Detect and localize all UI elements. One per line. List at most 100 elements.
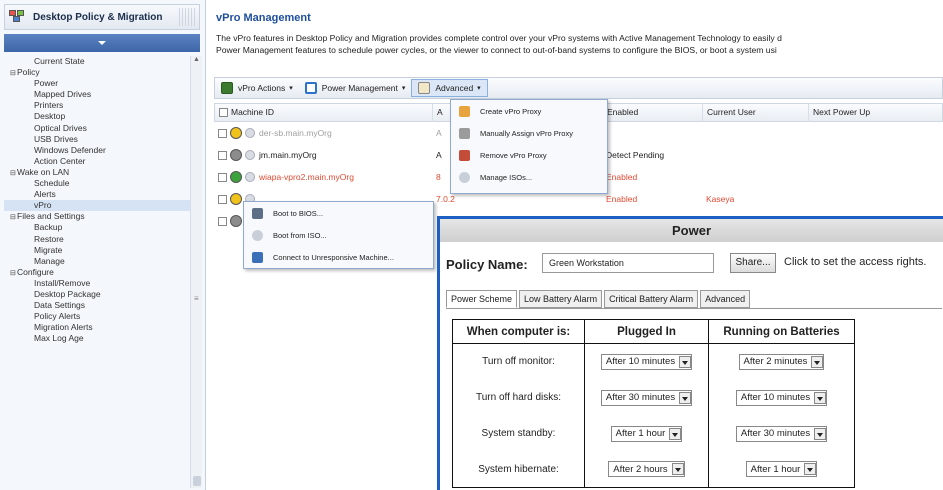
menu-item-connect-to-unresponsive-machine[interactable]: Connect to Unresponsive Machine... [244, 246, 433, 268]
menu-item-remove-vpro-proxy[interactable]: Remove vPro Proxy [451, 144, 607, 166]
collapse-icon[interactable]: ⊟ [10, 68, 17, 79]
tree-item-usb-drives[interactable]: USB Drives [4, 134, 190, 145]
tree-item-migration-alerts[interactable]: Migration Alerts [4, 322, 190, 333]
tree-item-data-settings[interactable]: Data Settings [4, 300, 190, 311]
description-line: Power Management features to schedule po… [216, 45, 777, 55]
tree-item-current-state[interactable]: Current State [4, 56, 190, 67]
tree-item-configure[interactable]: ⊟Configure [4, 267, 190, 278]
machine-cell: der-sb.main.myOrg [218, 127, 432, 139]
scroll-up-icon[interactable]: ▲ [193, 56, 200, 63]
machine-cell: wiapa-vpro2.main.myOrg [218, 171, 432, 183]
advanced-button[interactable]: Advanced ▾ [411, 79, 488, 97]
tree-item-mapped-drives[interactable]: Mapped Drives [4, 89, 190, 100]
tree-item-schedule[interactable]: Schedule [4, 178, 190, 189]
menu-item-boot-from-iso[interactable]: Boot from ISO... [244, 224, 433, 246]
navigation-tree: Current State ⊟Policy Power Mapped Drives Pr… [4, 56, 190, 344]
battery-select[interactable]: After 2 minutes [738, 353, 825, 370]
column-enabled[interactable]: Enabled [603, 103, 703, 122]
select-value: After 1 hour [615, 428, 666, 439]
power-management-button[interactable]: Power Management ▾ [299, 79, 412, 97]
row-checkbox[interactable] [218, 216, 227, 226]
battery-cell: After 30 minutes [708, 415, 855, 452]
tree-item-label: Policy [17, 67, 40, 78]
tab-low-battery-alarm[interactable]: Low Battery Alarm [519, 290, 603, 308]
tree-item-migrate[interactable]: Migrate [4, 245, 190, 256]
tree-item-label: Max Log Age [34, 333, 84, 344]
tree-item-label: Windows Defender [34, 144, 106, 155]
row-checkbox[interactable] [218, 128, 227, 138]
tree-item-desktop-package[interactable]: Desktop Package [4, 289, 190, 300]
menu-item-create-vpro-proxy[interactable]: Create vPro Proxy [451, 100, 607, 122]
tree-item-label: Install/Remove [34, 277, 91, 288]
tree-item-windows-defender[interactable]: Windows Defender [4, 145, 190, 156]
column-label: Machine ID [231, 107, 274, 117]
scroll-thumb[interactable] [193, 476, 201, 486]
column-label: Current User [707, 107, 756, 117]
chevron-down-icon [811, 355, 824, 368]
machine-id[interactable]: der-sb.main.myOrg [259, 128, 332, 138]
toolbar: vPro Actions ▾ Power Management ▾ Advanc… [214, 77, 943, 99]
tree-item-label: Configure [17, 266, 54, 277]
battery-select[interactable]: After 10 minutes [735, 389, 828, 406]
vpro-actions-button[interactable]: vPro Actions ▾ [215, 79, 299, 97]
remove-icon [459, 149, 470, 161]
tree-item-power[interactable]: Power [4, 78, 190, 89]
tree-item-label: Backup [34, 222, 63, 233]
chevron-down-icon [671, 463, 684, 476]
tree-item-policy-alerts[interactable]: Policy Alerts [4, 311, 190, 322]
select-all-checkbox[interactable] [219, 108, 228, 118]
table-row: Turn off hard disks: After 30 minutes Afte… [452, 379, 855, 416]
battery-cell: After 10 minutes [708, 379, 855, 416]
battery-cell: After 2 minutes [708, 343, 855, 380]
tree-item-manage[interactable]: Manage [4, 256, 190, 267]
machine-id[interactable]: wiapa-vpro2.main.myOrg [259, 172, 354, 182]
tree-item-action-center[interactable]: Action Center [4, 156, 190, 167]
tree-item-label: Data Settings [34, 300, 86, 311]
sidebar-scrollbar[interactable]: ▲ ≡ [190, 56, 202, 488]
plugged-in-select[interactable]: After 1 hour [610, 425, 683, 442]
menu-item-manually-assign-vpro-proxy[interactable]: Manually Assign vPro Proxy [451, 122, 607, 144]
plugged-in-select[interactable]: After 2 hours [608, 461, 685, 478]
tree-item-desktop[interactable]: Desktop [4, 111, 190, 122]
sidebar-collapse-bar[interactable] [4, 34, 200, 52]
chevron-down-icon: ▾ [401, 85, 406, 92]
tree-item-restore[interactable]: Restore [4, 234, 190, 245]
battery-select[interactable]: After 30 minutes [735, 425, 828, 442]
status-icon [230, 149, 242, 161]
plugged-in-select[interactable]: After 30 minutes [600, 389, 693, 406]
tree-item-max-log-age[interactable]: Max Log Age [4, 333, 190, 344]
tab-power-scheme[interactable]: Power Scheme [446, 290, 518, 308]
share-button[interactable]: Share... [730, 253, 776, 273]
policy-name-input[interactable]: Green Workstation [542, 253, 714, 273]
power-scheme-panel: When computer is: Plugged In Running on … [446, 308, 942, 490]
tab-critical-battery-alarm[interactable]: Critical Battery Alarm [604, 290, 699, 308]
status-icon [230, 215, 242, 227]
column-machine-id[interactable]: Machine ID [215, 103, 433, 122]
menu-item-manage-isos[interactable]: Manage ISOs... [451, 166, 607, 188]
setting-label: Turn off monitor: [452, 343, 585, 380]
chevron-down-icon [679, 355, 692, 368]
battery-select[interactable]: After 1 hour [745, 461, 818, 478]
column-current-user[interactable]: Current User [703, 103, 809, 122]
machine-id[interactable]: jm.main.myOrg [259, 150, 317, 160]
tree-item-alerts[interactable]: Alerts [4, 189, 190, 200]
column-next-power-up[interactable]: Next Power Up [809, 103, 942, 122]
row-checkbox[interactable] [218, 150, 227, 160]
tree-item-files-and-settings[interactable]: ⊟Files and Settings [4, 211, 190, 222]
tree-item-policy[interactable]: ⊟Policy [4, 67, 190, 78]
collapse-icon[interactable]: ⊟ [10, 268, 17, 279]
row-checkbox[interactable] [218, 172, 227, 182]
plugged-in-select[interactable]: After 10 minutes [600, 353, 693, 370]
tree-item-wake-on-lan[interactable]: ⊟Wake on LAN [4, 167, 190, 178]
collapse-icon[interactable]: ⊟ [10, 168, 17, 179]
menu-item-boot-to-bios[interactable]: Boot to BIOS... [244, 202, 433, 224]
tree-item-install-remove[interactable]: Install/Remove [4, 278, 190, 289]
tree-item-printers[interactable]: Printers [4, 100, 190, 111]
row-checkbox[interactable] [218, 194, 227, 204]
tab-advanced[interactable]: Advanced [700, 290, 751, 308]
collapse-icon[interactable]: ⊟ [10, 212, 17, 223]
tree-item-backup[interactable]: Backup [4, 222, 190, 233]
tree-item-optical-drives[interactable]: Optical Drives [4, 123, 190, 134]
grip-handle[interactable] [179, 8, 195, 26]
tree-item-vpro[interactable]: vPro [4, 200, 190, 212]
